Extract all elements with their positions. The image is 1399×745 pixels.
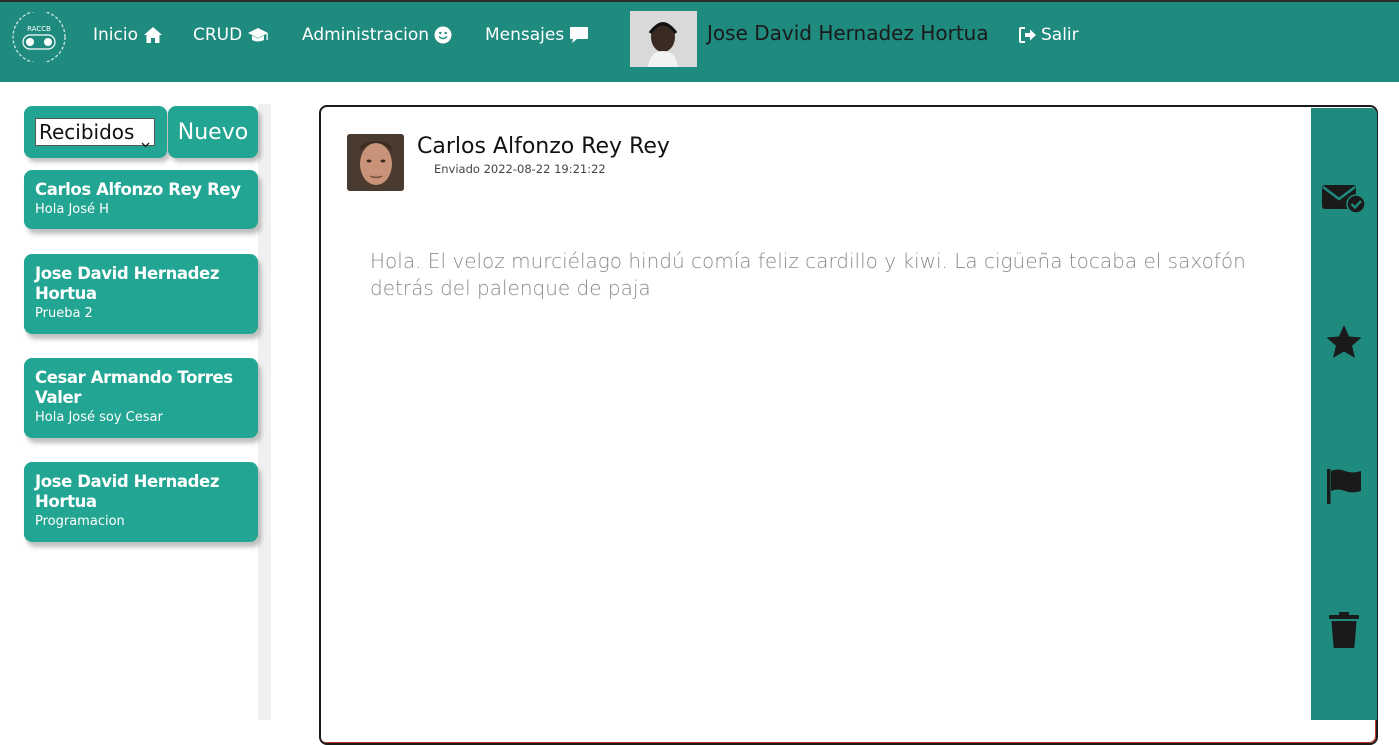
folder-select[interactable]: Recibidos — [35, 118, 155, 148]
user-name: Jose David Hernadez Hortua — [707, 21, 989, 45]
message-list-item[interactable]: Carlos Alfonzo Rey Rey Hola José H — [24, 170, 258, 229]
message-action-bar — [1311, 108, 1377, 720]
folder-selector-box: Recibidos — [24, 106, 167, 158]
nav-mensajes[interactable]: Mensajes — [485, 22, 589, 48]
sign-out-icon — [1019, 27, 1037, 43]
sidebar-scrollbar[interactable] — [258, 104, 271, 720]
top-navbar: RACCB Inicio CRUD Administracion Mensaje… — [0, 0, 1399, 82]
logout-button[interactable]: Salir — [1019, 22, 1079, 48]
nav-administracion-label: Administracion — [302, 25, 430, 45]
message-list-sender: Jose David Hernadez Hortua — [35, 264, 220, 303]
message-detail-panel — [319, 105, 1378, 745]
message-list-preview: Hola José H — [35, 202, 109, 217]
star-icon — [1325, 324, 1363, 365]
message-sender-name: Carlos Alfonzo Rey Rey — [417, 134, 670, 159]
user-avatar[interactable] — [630, 11, 697, 67]
message-list-item[interactable]: Jose David Hernadez Hortua Programacion — [24, 462, 258, 542]
delete-button[interactable] — [1311, 602, 1377, 662]
nav-crud-label: CRUD — [193, 25, 243, 45]
message-list-item[interactable]: Jose David Hernadez Hortua Prueba 2 — [24, 254, 258, 334]
message-sidebar: Recibidos Nuevo Carlos Alfonzo Rey Rey H… — [0, 82, 272, 720]
sender-avatar — [347, 134, 404, 191]
nav-inicio-label: Inicio — [93, 25, 138, 45]
comment-icon — [569, 26, 589, 44]
svg-text:RACCB: RACCB — [27, 25, 51, 33]
message-list-sender: Cesar Armando Torres Valer — [35, 368, 233, 407]
message-list-preview: Prueba 2 — [35, 306, 93, 321]
flag-button[interactable] — [1311, 458, 1377, 518]
message-list-preview: Programacion — [35, 514, 125, 529]
message-list-item[interactable]: Cesar Armando Torres Valer Hola José soy… — [24, 358, 258, 438]
nav-administracion[interactable]: Administracion — [302, 22, 452, 48]
message-list-sender: Jose David Hernadez Hortua — [35, 472, 220, 511]
mark-read-button[interactable] — [1311, 170, 1377, 230]
nav-inicio[interactable]: Inicio — [93, 22, 163, 48]
folder-select-value: Recibidos — [39, 120, 135, 144]
logout-label: Salir — [1041, 25, 1079, 45]
message-list-preview: Hola José soy Cesar — [35, 410, 163, 425]
mark-read-icon — [1321, 182, 1367, 219]
graduation-cap-icon — [247, 26, 269, 44]
nav-crud[interactable]: CRUD — [193, 22, 269, 48]
star-button[interactable] — [1311, 314, 1377, 374]
logo[interactable]: RACCB — [10, 10, 68, 64]
chevron-down-icon — [141, 129, 150, 153]
message-sent-date: Enviado 2022-08-22 19:21:22 — [434, 162, 606, 176]
nav-mensajes-label: Mensajes — [485, 25, 565, 45]
flag-icon — [1325, 467, 1363, 510]
smile-icon — [434, 26, 452, 44]
message-body: Hola. El veloz murciélago hindú comía fe… — [370, 249, 1246, 300]
trash-icon — [1327, 611, 1361, 654]
new-message-button[interactable]: Nuevo — [168, 106, 258, 158]
message-list-sender: Carlos Alfonzo Rey Rey — [35, 180, 241, 199]
home-icon — [143, 26, 163, 44]
